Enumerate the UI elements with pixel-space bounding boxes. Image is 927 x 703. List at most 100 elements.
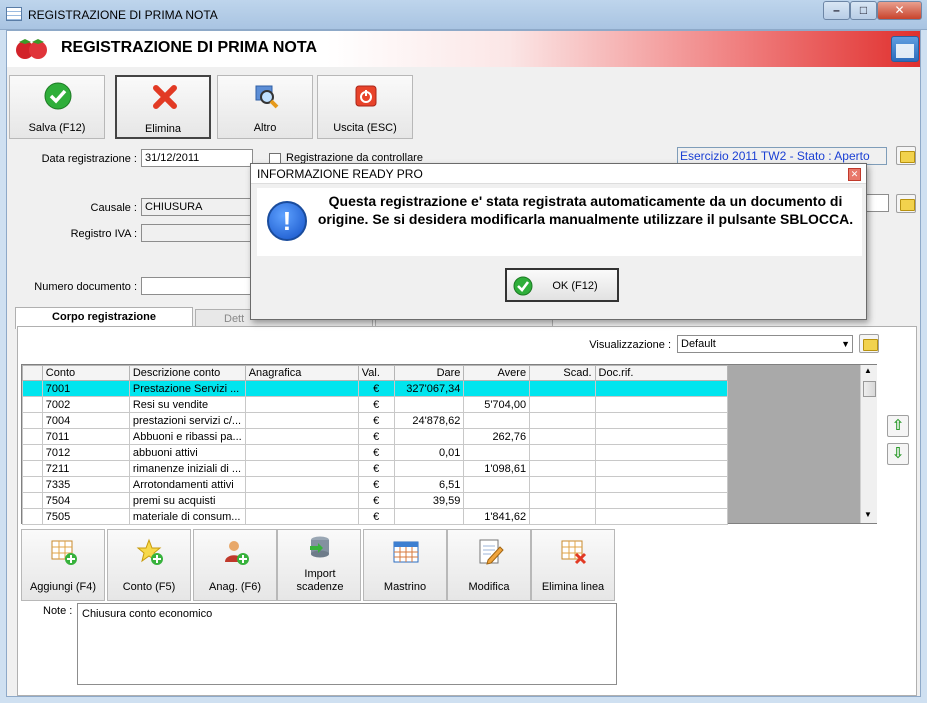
- calendar-icon[interactable]: [891, 36, 919, 62]
- cell-scadenza[interactable]: [529, 380, 596, 397]
- account-button[interactable]: Conto (F5): [107, 529, 191, 601]
- row-selector[interactable]: [22, 508, 43, 525]
- view-select[interactable]: Default ▼: [677, 335, 853, 353]
- registro-iva-field[interactable]: [141, 224, 253, 242]
- column-header-avere[interactable]: Avere: [463, 365, 531, 381]
- cell-docrif[interactable]: [594, 508, 729, 525]
- cell-dare[interactable]: 0,01: [393, 444, 465, 461]
- numero-documento-field[interactable]: [141, 277, 253, 295]
- delete-line-button[interactable]: Elimina linea: [531, 529, 615, 601]
- cell-anagrafica[interactable]: [244, 444, 359, 461]
- column-header-valuta[interactable]: Val.: [357, 365, 395, 381]
- cell-valuta[interactable]: €: [357, 492, 395, 509]
- table-row[interactable]: 7004 prestazioni servizi c/... €24'878,62: [22, 412, 729, 429]
- cell-scadenza[interactable]: [529, 508, 596, 525]
- folder-icon[interactable]: [896, 146, 916, 165]
- table-row[interactable]: 7211 rimanenze iniziali di ... €1'098,61: [22, 460, 729, 477]
- cell-dare[interactable]: [393, 460, 465, 477]
- cell-valuta[interactable]: €: [357, 412, 395, 429]
- cell-anagrafica[interactable]: [244, 476, 359, 493]
- delete-button[interactable]: Elimina: [115, 75, 211, 139]
- column-header-descrizione[interactable]: Descrizione conto: [128, 365, 246, 381]
- anagrafica-button[interactable]: Anag. (F6): [193, 529, 277, 601]
- modify-button[interactable]: Modifica: [447, 529, 531, 601]
- cell-docrif[interactable]: [594, 460, 729, 477]
- row-selector[interactable]: [22, 380, 43, 397]
- minimize-button[interactable]: –: [823, 1, 850, 20]
- move-down-arrow-icon[interactable]: ⇩: [887, 443, 909, 465]
- dialog-close-icon[interactable]: ✕: [848, 168, 861, 181]
- cell-avere[interactable]: [463, 444, 531, 461]
- row-selector[interactable]: [22, 396, 43, 413]
- table-row[interactable]: 7335 Arrotondamenti attivi €6,51: [22, 476, 729, 493]
- cell-scadenza[interactable]: [529, 428, 596, 445]
- cell-docrif[interactable]: [594, 412, 729, 429]
- view-folder-icon[interactable]: [859, 334, 879, 353]
- cell-anagrafica[interactable]: [244, 428, 359, 445]
- table-row[interactable]: 7011 Abbuoni e ribassi pa... €262,76: [22, 428, 729, 445]
- causale-field[interactable]: CHIUSURA: [141, 198, 253, 216]
- cell-valuta[interactable]: €: [357, 460, 395, 477]
- cell-dare[interactable]: 327'067,34: [393, 380, 465, 397]
- date-field[interactable]: 31/12/2011: [141, 149, 253, 167]
- scrollbar-thumb[interactable]: [863, 381, 876, 397]
- cell-docrif[interactable]: [594, 428, 729, 445]
- close-window-button[interactable]: ✕: [877, 1, 922, 20]
- cell-valuta[interactable]: €: [357, 476, 395, 493]
- add-row-button[interactable]: Aggiungi (F4): [21, 529, 105, 601]
- cell-conto[interactable]: 7001: [41, 380, 130, 397]
- cell-avere[interactable]: [463, 492, 531, 509]
- cell-anagrafica[interactable]: [244, 460, 359, 477]
- cell-scadenza[interactable]: [529, 412, 596, 429]
- column-header-docrif[interactable]: Doc.rif.: [594, 365, 729, 381]
- row-selector[interactable]: [22, 444, 43, 461]
- cell-descrizione[interactable]: Arrotondamenti attivi: [128, 476, 246, 493]
- cell-valuta[interactable]: €: [357, 428, 395, 445]
- row-selector[interactable]: [22, 412, 43, 429]
- cell-descrizione[interactable]: premi su acquisti: [128, 492, 246, 509]
- cell-valuta[interactable]: €: [357, 444, 395, 461]
- cell-scadenza[interactable]: [529, 460, 596, 477]
- scroll-up-icon[interactable]: ▲: [864, 366, 872, 375]
- cell-dare[interactable]: 39,59: [393, 492, 465, 509]
- ok-button[interactable]: OK (F12): [505, 268, 619, 302]
- save-button[interactable]: Salva (F12): [9, 75, 105, 139]
- row-selector[interactable]: [22, 428, 43, 445]
- cell-avere[interactable]: [463, 380, 531, 397]
- cell-valuta[interactable]: €: [357, 508, 395, 525]
- cell-descrizione[interactable]: prestazioni servizi c/...: [128, 412, 246, 429]
- row-selector[interactable]: [22, 476, 43, 493]
- cell-avere[interactable]: [463, 412, 531, 429]
- cell-conto[interactable]: 7011: [41, 428, 130, 445]
- cell-docrif[interactable]: [594, 380, 729, 397]
- column-header-scadenza[interactable]: Scad.: [529, 365, 596, 381]
- cell-scadenza[interactable]: [529, 396, 596, 413]
- row-selector[interactable]: [22, 460, 43, 477]
- cell-docrif[interactable]: [594, 396, 729, 413]
- causale-folder-icon[interactable]: [896, 194, 916, 213]
- cell-conto[interactable]: 7004: [41, 412, 130, 429]
- column-header-anagrafica[interactable]: Anagrafica: [244, 365, 359, 381]
- cell-valuta[interactable]: €: [357, 380, 395, 397]
- cell-scadenza[interactable]: [529, 492, 596, 509]
- cell-scadenza[interactable]: [529, 444, 596, 461]
- cell-avere[interactable]: 262,76: [463, 428, 531, 445]
- cell-avere[interactable]: 1'841,62: [463, 508, 531, 525]
- cell-conto[interactable]: 7505: [41, 508, 130, 525]
- cell-anagrafica[interactable]: [244, 508, 359, 525]
- cell-anagrafica[interactable]: [244, 492, 359, 509]
- cell-scadenza[interactable]: [529, 476, 596, 493]
- row-selector[interactable]: [22, 492, 43, 509]
- table-row[interactable]: 7012 abbuoni attivi €0,01: [22, 444, 729, 461]
- grid-scrollbar[interactable]: ▲ ▼: [860, 365, 877, 523]
- cell-anagrafica[interactable]: [244, 396, 359, 413]
- cell-docrif[interactable]: [594, 444, 729, 461]
- cell-descrizione[interactable]: materiale di consum...: [128, 508, 246, 525]
- cell-descrizione[interactable]: Abbuoni e ribassi pa...: [128, 428, 246, 445]
- cell-valuta[interactable]: €: [357, 396, 395, 413]
- cell-anagrafica[interactable]: [244, 412, 359, 429]
- notes-textarea[interactable]: Chiusura conto economico: [77, 603, 617, 685]
- mastrino-button[interactable]: Mastrino: [363, 529, 447, 601]
- maximize-button[interactable]: □: [850, 1, 877, 20]
- column-header-dare[interactable]: Dare: [393, 365, 465, 381]
